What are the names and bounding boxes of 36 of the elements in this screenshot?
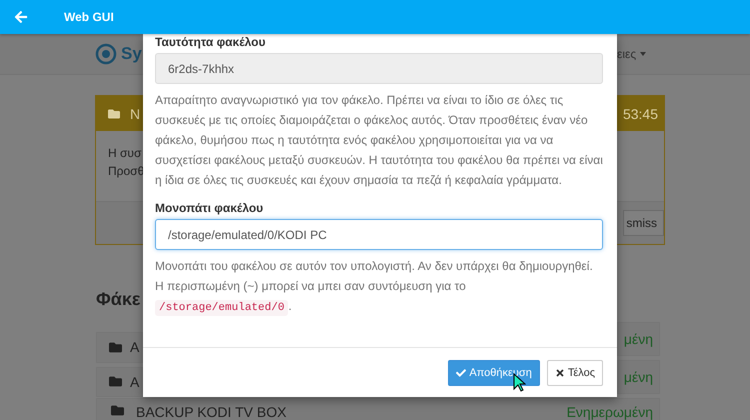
notice-text: Η συσ: [108, 146, 142, 160]
status-text: μένη: [624, 369, 653, 385]
folder-row[interactable]: μένη: [617, 322, 660, 356]
dismiss-button[interactable]: smiss: [623, 210, 664, 236]
folder-name: A: [130, 374, 140, 390]
text-field[interactable]: 6r2ds-7khhx: [155, 53, 603, 84]
folder-icon: [109, 375, 122, 388]
app-title: Web GUI: [64, 10, 114, 24]
help-text: Μονοπάτι του φακέλου σε αυτόν τον υπολογιστή. Αν δεν υπάρχει θα δημιουργηθεί. Η περισπωμένη (~) μπορεί να μπει σαν συντόμευση για το /storage/emulated/0 .: [155, 258, 594, 316]
help-text: Απαραίτητο αναγνωριστικό για τον φάκελο. Πρέπει να είναι το ίδιο σε όλες τις συσκευές με τις οποίες διαμοιράζεται ο φάκελος αυτός. Όταν προσθέτεις έναν νέο φάκελο, θυμήσου πως η ταυτότητα ενός φακέλου χρησιμοποιείται για να να συσχετίσει φακέλους μεταξύ συσκευών. Η ταυτότητα του φακέλου θα πρέπει να είναι η ίδια σε όλες τις συσκευές και έχουν σημασία τα πεζά ή κεφαλαία γράμματα.: [155, 92, 603, 189]
time-text: 53:45: [622, 106, 658, 122]
folder-row[interactable]: μένη: [617, 360, 660, 394]
caret-icon: [640, 52, 646, 56]
code-snippet: /storage/emulated/0: [155, 300, 288, 316]
close-icon: [554, 368, 565, 378]
folder-name: A: [130, 339, 140, 356]
panel-title: N: [130, 106, 140, 122]
folder-icon: [111, 404, 124, 417]
folder-row[interactable]: A: [96, 366, 143, 397]
brand-name: Sy: [121, 44, 142, 64]
status-text: μένη: [624, 331, 653, 347]
folder-icon: [108, 108, 120, 120]
folder-row[interactable]: A: [96, 332, 143, 362]
close-button[interactable]: Τέλος: [546, 360, 603, 386]
field-label: Ταυτότητα φακέλου: [155, 34, 266, 51]
folder-icon: [109, 340, 122, 354]
back-icon[interactable]: [14, 10, 28, 24]
logo-icon: [95, 43, 117, 65]
section-heading: Φάκε: [96, 289, 142, 310]
field-label: Μονοπάτι φακέλου: [155, 200, 264, 217]
nav-menu[interactable]: ειες: [617, 47, 636, 61]
status-text: Ενημερωμένη: [566, 404, 653, 420]
folder-row[interactable]: BACKUP KODI TV BOX Ενημερωμένη: [96, 398, 660, 420]
check-icon: [456, 368, 466, 378]
text-field[interactable]: /storage/emulated/0/KODI PC: [155, 219, 603, 250]
folder-name: BACKUP KODI TV BOX: [136, 404, 286, 420]
